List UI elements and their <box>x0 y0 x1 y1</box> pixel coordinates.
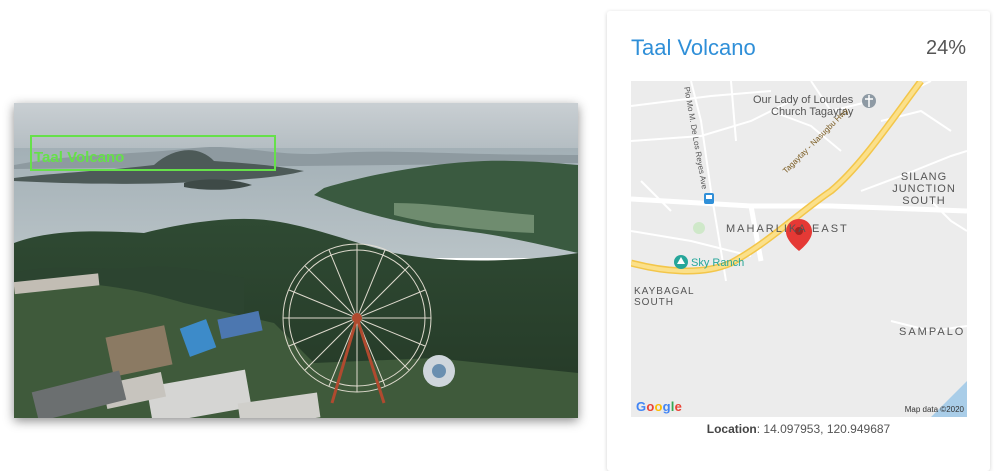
aerial-photo: Taal Volcano <box>14 103 578 418</box>
map-label-sky-ranch[interactable]: Sky Ranch <box>691 257 744 269</box>
location-value: : 14.097953, 120.949687 <box>756 422 891 436</box>
map-label-kaybagal: KAYBAGAL SOUTH <box>634 286 695 308</box>
result-card: Taal Volcano 24% Our Lady of Lourdes Chu… <box>607 11 990 471</box>
location-map[interactable]: Our Lady of Lourdes Church Tagaytay Taga… <box>631 81 967 417</box>
poi-marker-icon[interactable] <box>674 255 688 269</box>
location-line: Location: 14.097953, 120.949687 <box>607 422 990 436</box>
map-attribution[interactable]: Map data ©2020 <box>905 405 964 414</box>
card-title[interactable]: Taal Volcano <box>631 35 756 61</box>
detection-label: Taal Volcano <box>34 149 125 166</box>
google-logo[interactable]: Google <box>636 399 682 414</box>
map-label-silang-line2: JUNCTION SOUTH <box>892 183 956 207</box>
map-label-maharlika: MAHARLIKA EAST <box>726 223 849 235</box>
map-label-kaybagal-line2: SOUTH <box>634 297 674 308</box>
map-canvas <box>631 81 967 417</box>
map-label-silang: SILANG JUNCTION SOUTH <box>881 171 967 207</box>
map-label-silang-line1: SILANG <box>900 171 948 183</box>
place-marker-icon[interactable] <box>862 94 876 108</box>
map-label-sampalo: SAMPALO <box>899 326 966 338</box>
confidence-score: 24% <box>925 37 966 59</box>
map-label-kaybagal-line1: KAYBAGAL <box>634 286 695 297</box>
map-label-church-line1: Our Lady of Lourdes <box>753 94 854 106</box>
location-label: Location <box>706 422 757 436</box>
bus-stop-icon[interactable] <box>704 193 714 204</box>
